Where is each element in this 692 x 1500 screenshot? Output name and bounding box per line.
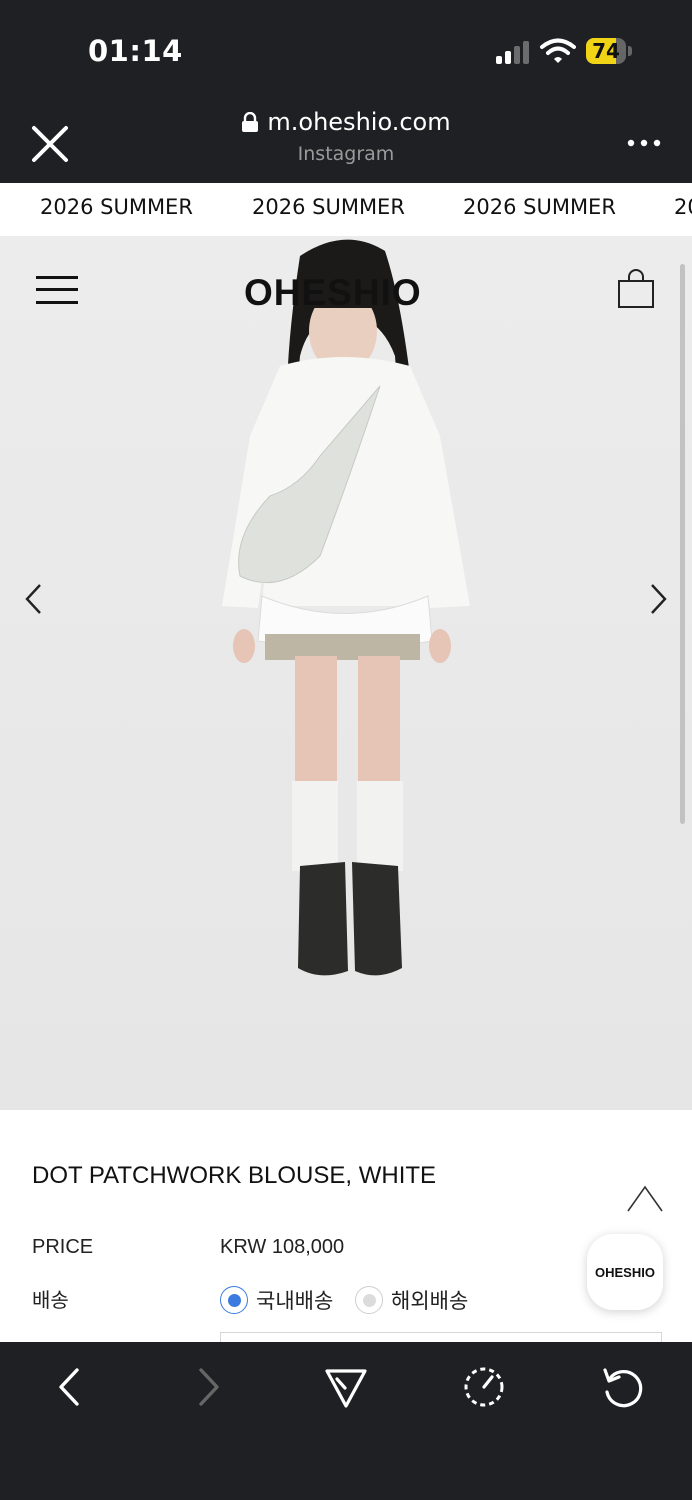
- shipping-label: 배송: [32, 1290, 69, 1312]
- wifi-icon: [540, 38, 576, 63]
- browser-subtitle: Instagram: [297, 143, 395, 165]
- browser-toolbar: [0, 1342, 692, 1500]
- shipping-option-label: 해외배송: [391, 1289, 469, 1313]
- hamburger-menu-icon[interactable]: [36, 274, 80, 306]
- page-scrollbar[interactable]: [680, 264, 685, 824]
- marquee-item: 2026 SUMMER: [463, 195, 616, 219]
- chevron-up-icon[interactable]: [626, 1184, 664, 1214]
- lock-icon: [242, 112, 259, 132]
- status-time: 01:14: [88, 34, 183, 68]
- share-icon[interactable]: [321, 1362, 371, 1412]
- more-icon[interactable]: [626, 138, 662, 148]
- radio-unselected[interactable]: [355, 1286, 383, 1314]
- brand-logo[interactable]: OHESHIO: [244, 272, 422, 314]
- product-info: DOT PATCHWORK BLOUSE, WHITE PRICE KRW 10…: [0, 1110, 692, 1353]
- shipping-option-domestic[interactable]: 국내배송: [220, 1284, 333, 1316]
- shipping-option-label: 국내배송: [256, 1289, 334, 1313]
- status-bar: 01:14 74: [0, 0, 692, 100]
- cellular-signal-icon: [496, 40, 532, 64]
- brand-chat-button[interactable]: OHESHIO: [587, 1234, 663, 1310]
- marquee-item: 2026 SUMMER: [252, 195, 405, 219]
- marquee-item: 2026 SUMMER: [674, 195, 692, 219]
- price-label: PRICE: [32, 1236, 94, 1258]
- product-image-carousel[interactable]: OHESHIO: [0, 236, 692, 1110]
- battery-icon: 74: [586, 38, 632, 64]
- radio-selected[interactable]: [220, 1286, 248, 1314]
- page-url: m.oheshio.com: [267, 108, 451, 136]
- forward-icon[interactable]: [183, 1362, 233, 1412]
- chevron-left-icon[interactable]: [22, 582, 46, 616]
- speed-icon[interactable]: [459, 1362, 509, 1412]
- battery-level: 74: [592, 39, 620, 63]
- address-area[interactable]: m.oheshio.com Instagram: [0, 108, 692, 165]
- price-value: KRW 108,000: [220, 1236, 345, 1258]
- reload-icon[interactable]: [597, 1362, 647, 1412]
- browser-bar: m.oheshio.com Instagram: [0, 100, 692, 183]
- product-title: DOT PATCHWORK BLOUSE, WHITE: [32, 1162, 437, 1189]
- marquee-item: 2026 SUMMER: [40, 195, 193, 219]
- shipping-option-international[interactable]: 해외배송: [355, 1284, 468, 1316]
- product-photo: [0, 236, 692, 1110]
- chevron-right-icon[interactable]: [646, 582, 670, 616]
- shopping-bag-icon[interactable]: [616, 268, 656, 310]
- promo-marquee: 2026 SUMMER 2026 SUMMER 2026 SUMMER 2026…: [0, 183, 692, 237]
- back-icon[interactable]: [45, 1362, 95, 1412]
